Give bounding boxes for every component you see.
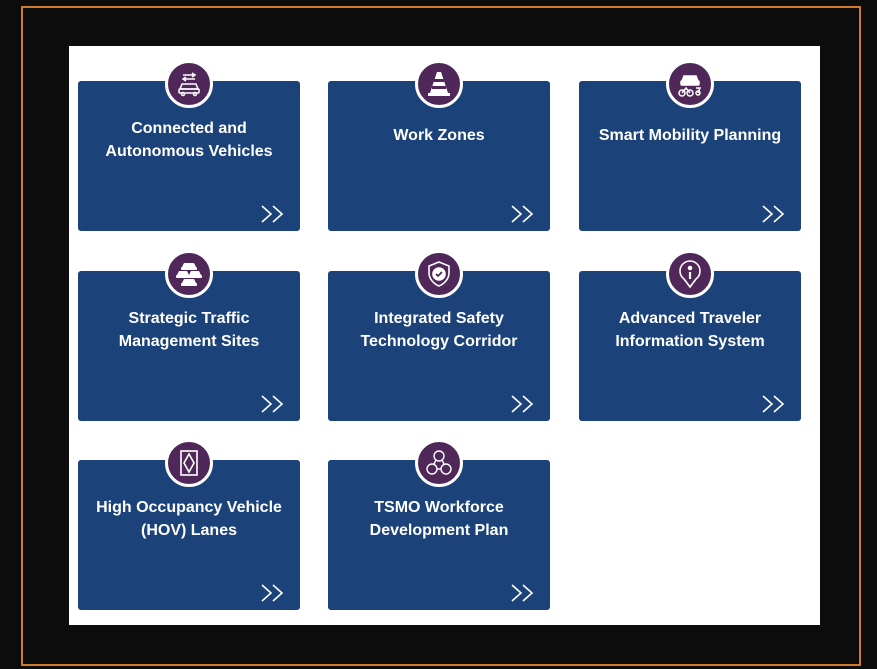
tile-title-line-1: Connected and [131,120,247,137]
chevron-right-double-icon [261,205,284,223]
tile-title-line-2: Information System [615,333,765,350]
tile-title: Connected and Autonomous Vehicles [84,117,294,163]
tile-title-line-2: Autonomous Vehicles [105,143,273,160]
traffic-jam-icon [165,250,213,298]
tile-title-line-1: Integrated Safety [374,310,504,327]
tile-title: TSMO Workforce Development Plan [334,496,544,542]
info-pin-icon [666,250,714,298]
tile-title: Integrated Safety Technology Corridor [334,307,544,353]
tile-title-line-1: Smart Mobility Planning [598,127,782,144]
tile-title-line-1: TSMO Workforce [374,499,504,516]
tile-title: High Occupancy Vehicle (HOV) Lanes [84,496,294,542]
chevron-right-double-icon [261,395,284,413]
mobility-icon [666,60,714,108]
chevron-right-double-icon [261,584,284,602]
chevron-right-double-icon [511,584,534,602]
program-tiles-panel: Connected and Autonomous Vehicles Work Z… [69,46,820,625]
tile-title-line-2: Technology Corridor [360,333,518,350]
tile-title-line-1: Work Zones [393,127,485,144]
chevron-right-double-icon [511,205,534,223]
workforce-network-icon [415,439,463,487]
chevron-right-double-icon [762,395,785,413]
hov-diamond-icon [165,439,213,487]
tile-title-line-2: Management Sites [118,333,260,350]
tile-title-line-1: Advanced Traveler [618,310,762,327]
shield-check-icon [415,250,463,298]
chevron-right-double-icon [511,395,534,413]
chevron-right-double-icon [762,205,785,223]
tile-title: Smart Mobility Planning [585,124,795,147]
traffic-cone-icon [415,60,463,108]
connected-car-icon [165,60,213,108]
tile-title: Advanced Traveler Information System [585,307,795,353]
tile-title-line-1: High Occupancy Vehicle [96,499,282,516]
tile-title-line-2: (HOV) Lanes [140,522,237,539]
tile-title: Strategic Traffic Management Sites [84,307,294,353]
tile-title-line-2: Development Plan [369,522,509,539]
tile-title: Work Zones [334,124,544,147]
tile-title-line-1: Strategic Traffic [128,310,250,327]
